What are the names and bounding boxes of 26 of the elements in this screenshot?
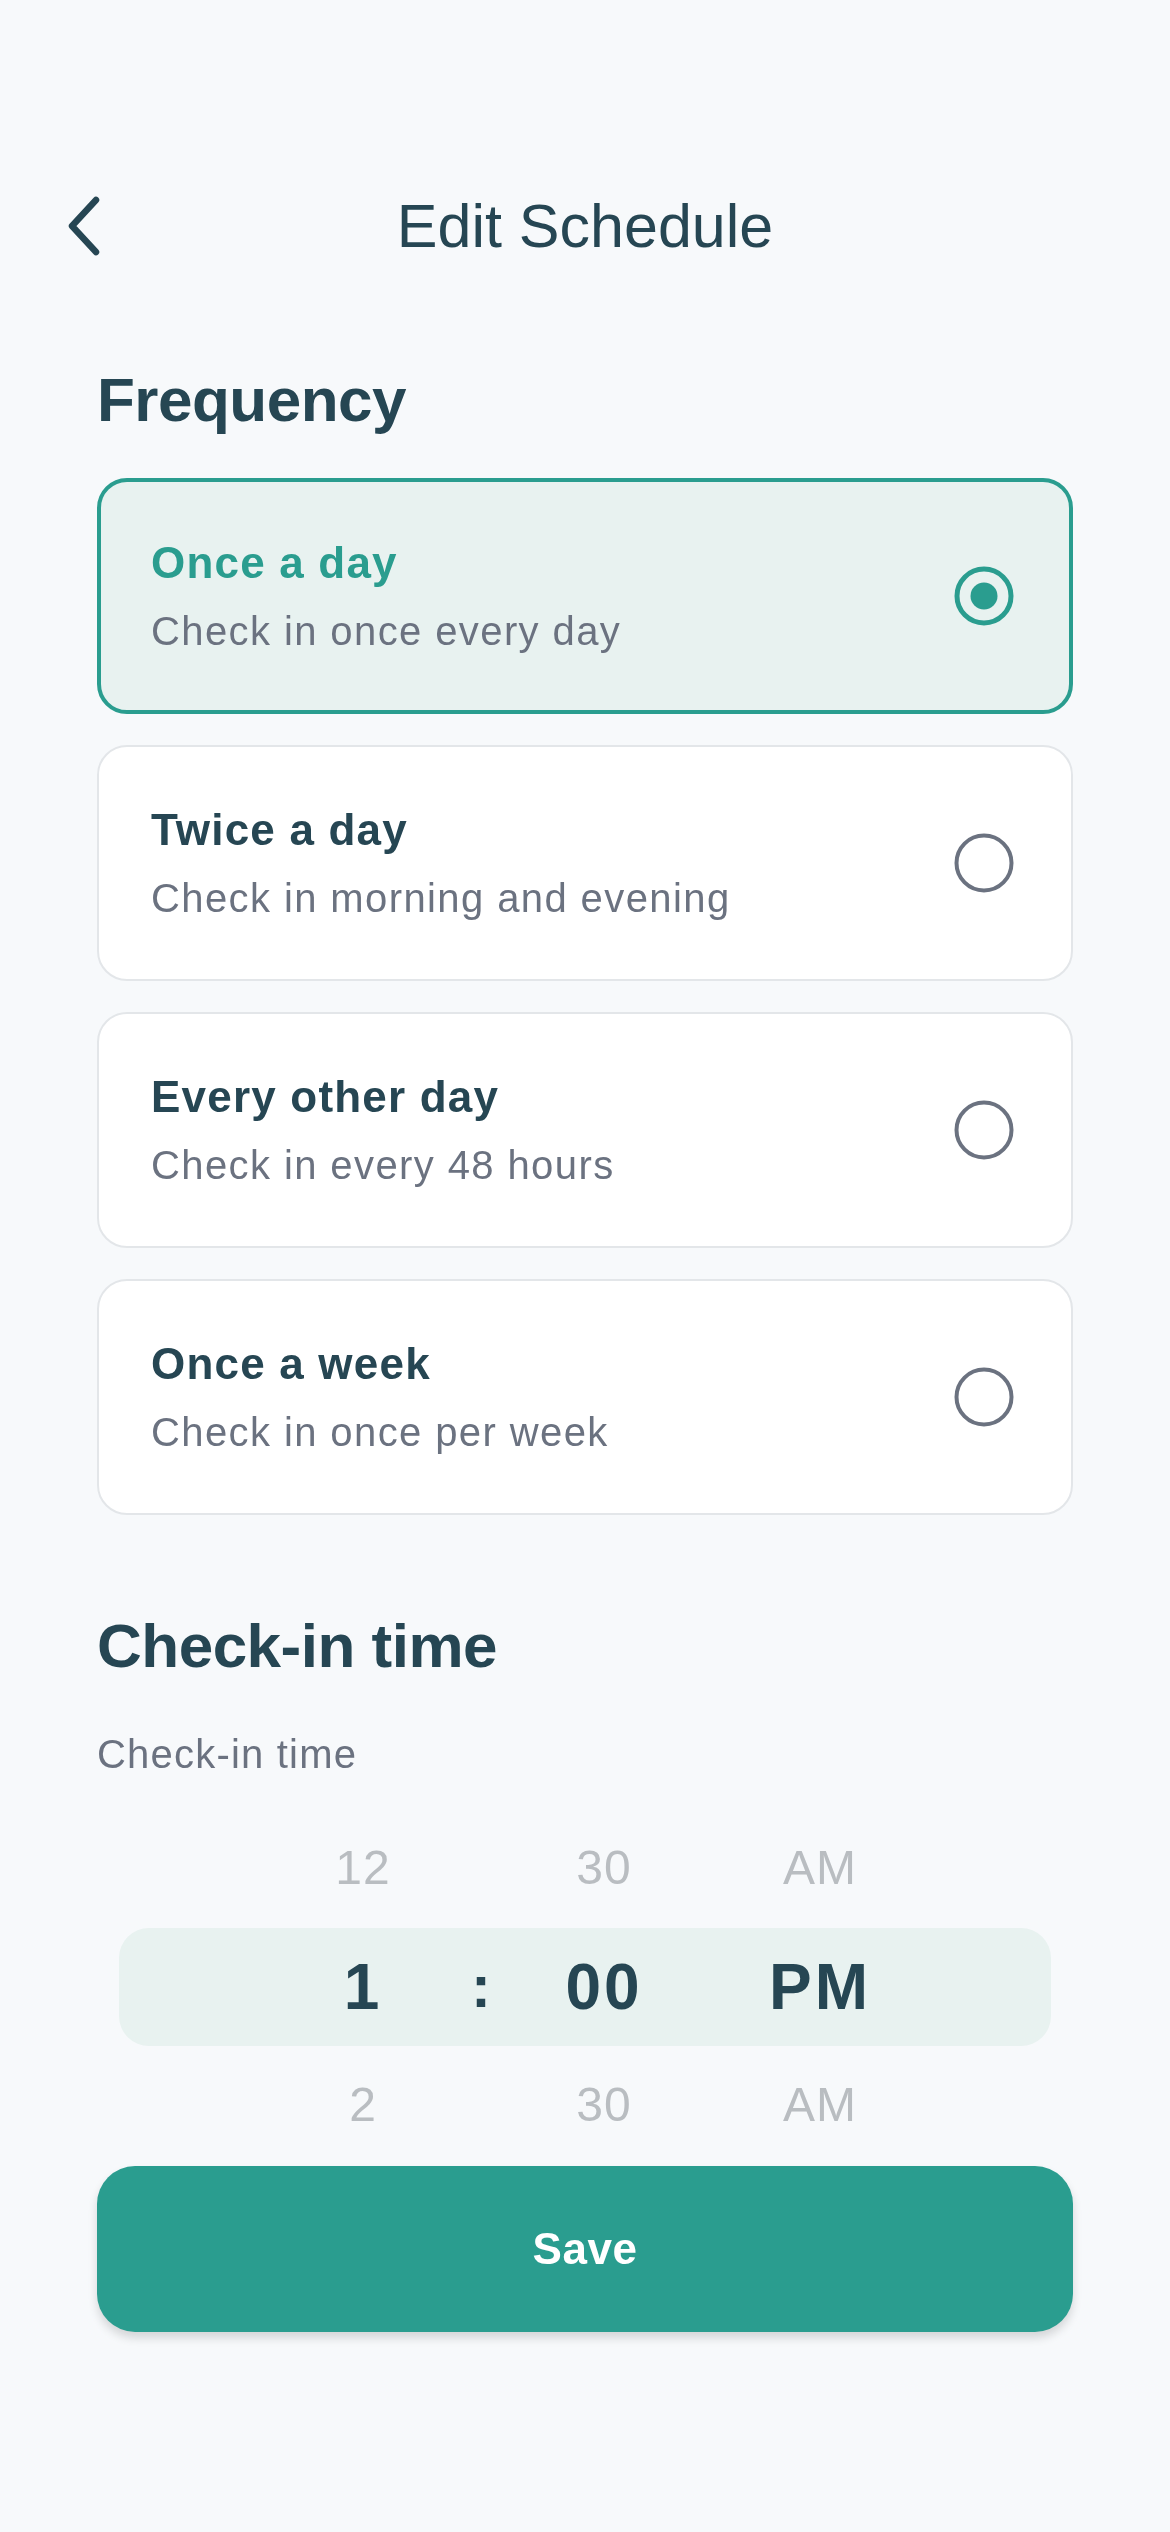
save-button[interactable]: Save: [97, 2166, 1073, 2332]
frequency-option[interactable]: Every other day Check in every 48 hours: [97, 1012, 1073, 1248]
option-title: Once a day: [151, 537, 398, 589]
option-description: Check in every 48 hours: [151, 1142, 615, 1189]
radio-icon: [954, 1100, 1014, 1160]
picker-value[interactable]: 00: [565, 1949, 643, 2025]
section-heading: Check-in time: [97, 1610, 498, 1682]
radio-icon: [954, 1367, 1014, 1427]
option-title: Twice a day: [151, 804, 408, 856]
frequency-option[interactable]: Once a week Check in once per week: [97, 1279, 1073, 1515]
chevron-left-icon[interactable]: [67, 196, 101, 256]
option-title: Once a week: [151, 1338, 431, 1390]
option-description: Check in morning and evening: [151, 875, 731, 922]
section-heading: Frequency: [97, 364, 407, 436]
radio-icon: [954, 833, 1014, 893]
time-separator: :: [471, 1952, 491, 2022]
frequency-option[interactable]: Twice a day Check in morning and evening: [97, 745, 1073, 981]
picker-value[interactable]: PM: [769, 1949, 871, 2025]
picker-value[interactable]: 1: [343, 1949, 383, 2025]
screen-title: Edit Schedule: [396, 191, 774, 262]
radio-icon: [954, 566, 1014, 626]
frequency-option[interactable]: Once a day Check in once every day: [97, 478, 1073, 714]
option-description: Check in once per week: [151, 1409, 609, 1456]
field-label: Check-in time: [97, 1731, 358, 1778]
option-title: Every other day: [151, 1071, 500, 1123]
option-description: Check in once every day: [151, 608, 622, 655]
